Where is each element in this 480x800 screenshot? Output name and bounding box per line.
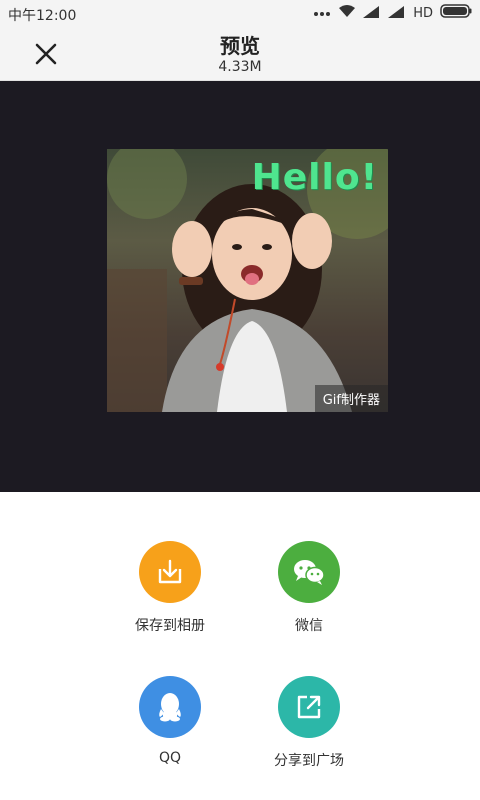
gif-preview-area: Hello! Gif制作器 [0,81,480,492]
save-to-album-button[interactable]: 保存到相册 [100,541,240,635]
signal-icon-2 [388,5,406,22]
gif-preview-image[interactable]: Hello! Gif制作器 [107,149,388,412]
wechat-icon [294,560,325,585]
file-size: 4.33M [218,59,262,75]
share-out-icon [297,695,321,719]
header-bar: 预览 4.33M [0,26,480,81]
wifi-icon [338,4,356,22]
status-time: 中午12:00 [8,8,77,24]
save-label: 保存到相册 [135,618,205,634]
wechat-label: 微信 [295,618,323,634]
square-label: 分享到广场 [274,753,344,769]
battery-icon [440,4,472,22]
signal-icon [363,5,381,22]
wechat-share-button[interactable]: 微信 [239,541,379,635]
square-circle [278,676,340,738]
wechat-circle [278,541,340,603]
overlay-text: Hello! [251,157,378,198]
qq-circle [139,676,201,738]
network-type: HD [413,5,433,21]
status-icons: HD [313,4,472,22]
qq-label: QQ [158,750,182,766]
qq-icon [159,693,181,722]
status-bar: 中午12:00 HD [0,0,480,26]
save-circle [139,541,201,603]
share-to-square-button[interactable]: 分享到广场 [239,676,379,770]
more-dots-icon [313,5,331,21]
page-title: 预览 [220,34,260,58]
qq-share-button[interactable]: QQ [100,676,240,766]
watermark-label: Gif制作器 [314,385,388,412]
download-icon [158,559,182,584]
